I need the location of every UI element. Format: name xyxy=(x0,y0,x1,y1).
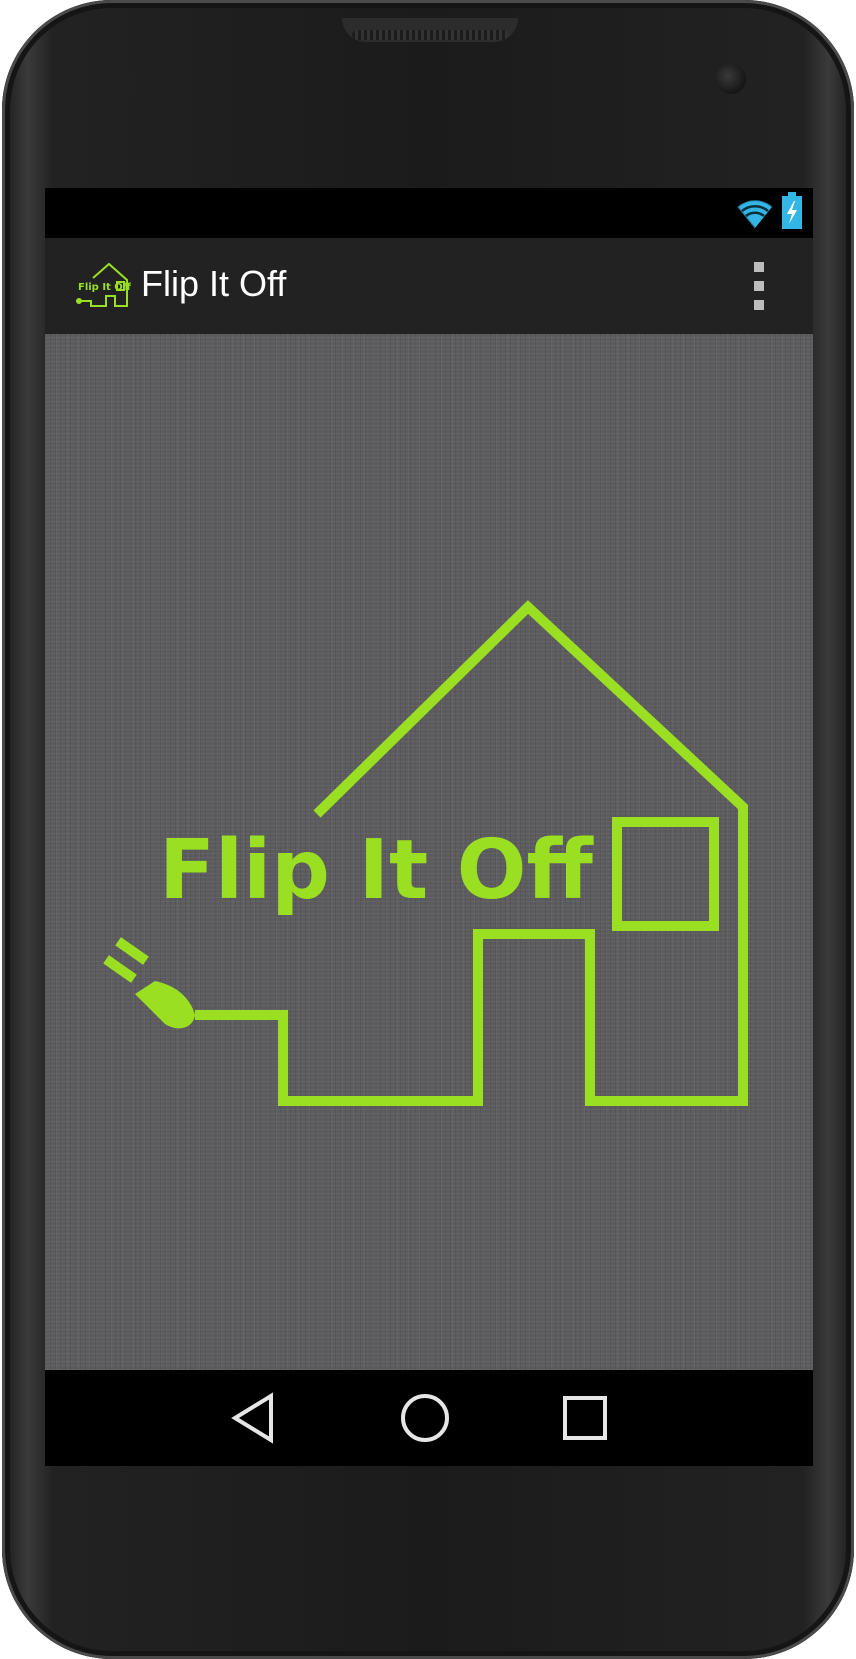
recent-apps-icon[interactable] xyxy=(555,1388,615,1448)
battery-charging-icon xyxy=(782,192,802,229)
splash-content: Flip It Off xyxy=(45,334,813,1370)
app-title: Flip It Off xyxy=(141,263,287,304)
menu-dot xyxy=(754,300,764,310)
wifi-icon xyxy=(737,200,773,229)
proximity-sensor xyxy=(92,72,138,94)
navigation-bar xyxy=(45,1370,813,1466)
phone-frame: Flip It Off Flip It Off Flip It Off xyxy=(2,0,854,1659)
overflow-menu-icon[interactable] xyxy=(749,262,769,310)
action-bar: Flip It Off Flip It Off xyxy=(45,238,813,334)
logo-text: Flip It Off xyxy=(159,823,594,918)
plug-icon xyxy=(103,937,195,1029)
front-camera xyxy=(716,64,746,94)
status-bar xyxy=(45,188,813,238)
back-icon[interactable] xyxy=(225,1388,285,1448)
house-window xyxy=(612,817,719,931)
menu-dot xyxy=(754,281,764,291)
speaker-grill xyxy=(352,30,508,40)
screen: Flip It Off Flip It Off Flip It Off xyxy=(45,188,813,1466)
house-plug-logo: Flip It Off xyxy=(103,600,748,1106)
home-icon[interactable] xyxy=(395,1388,455,1448)
menu-dot xyxy=(754,262,764,272)
svg-text:Flip It Off: Flip It Off xyxy=(78,282,131,293)
house-plug-logo-icon[interactable]: Flip It Off xyxy=(71,258,131,314)
